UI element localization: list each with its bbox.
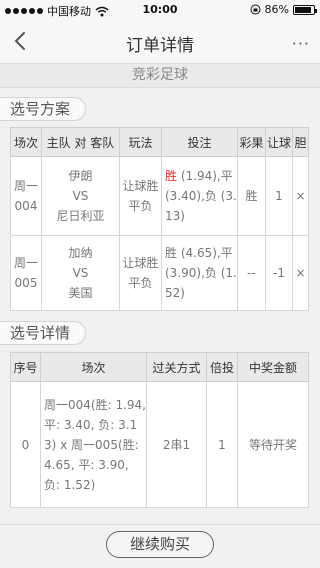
col-match: 场次	[10, 127, 42, 157]
bet-odds: 胜 (4.65),平(3.90),负 (1.52)	[161, 235, 238, 311]
col-play: 玩法	[119, 127, 162, 157]
col-teams: 主队 对 客队	[41, 127, 120, 157]
match-result: 胜	[237, 156, 266, 236]
status-bar: 中国移动 10:00 86%	[0, 0, 320, 20]
system-indicators: 86%	[250, 3, 317, 16]
match-result: --	[237, 235, 266, 311]
away-team: 尼日利亚	[56, 209, 105, 223]
col-matches: 场次	[40, 352, 147, 382]
play-type: 让球胜平负	[119, 156, 162, 236]
bet-odds-text: 胜 (4.65),平(3.90),负 (1.52)	[165, 246, 237, 300]
match-code: 周一005	[10, 235, 42, 311]
page-title: 订单详情	[126, 36, 194, 56]
col-pass-type: 过关方式	[146, 352, 207, 382]
continue-purchase-button[interactable]: 继续购买	[106, 531, 214, 558]
banker-mark: ×	[292, 235, 309, 311]
bet-odds: 胜 (1.94),平(3.40),负 (3.13)	[161, 156, 238, 236]
banker-mark: ×	[292, 156, 309, 236]
bottom-action-bar: 继续购买	[0, 524, 320, 568]
col-handicap: 让球	[265, 127, 293, 157]
more-menu-icon[interactable]: ···	[292, 34, 310, 53]
home-team: 伊朗	[68, 169, 93, 183]
detail-section-heading: 选号详情	[0, 321, 86, 345]
col-bet: 投注	[161, 127, 238, 157]
col-result: 彩果	[237, 127, 266, 157]
row-index: 0	[10, 381, 41, 508]
teams-cell: 加纳 VS 美国	[41, 235, 120, 311]
detail-header-row: 序号 场次 过关方式 倍投 中奖金额	[10, 352, 309, 382]
teams-cell: 伊朗 VS 尼日利亚	[41, 156, 120, 236]
detail-table: 序号 场次 过关方式 倍投 中奖金额 0 周一004(胜: 1.94, 平: 3…	[10, 352, 309, 508]
vs-label: VS	[72, 266, 89, 280]
col-index: 序号	[10, 352, 41, 382]
plan-header-row: 场次 主队 对 客队 玩法 投注 彩果 让球 胆	[10, 127, 309, 157]
away-team: 美国	[68, 286, 93, 300]
handicap-value: 1	[265, 156, 293, 236]
match-code: 周一004	[10, 156, 42, 236]
orientation-lock-icon	[250, 4, 261, 15]
vs-label: VS	[72, 189, 89, 203]
battery-percent: 86%	[264, 3, 289, 16]
play-type: 让球胜平负	[119, 235, 162, 311]
table-row: 0 周一004(胜: 1.94, 平: 3.40, 负: 3.13) x 周一0…	[10, 381, 309, 508]
multiple: 1	[206, 381, 238, 508]
battery-icon	[293, 4, 317, 15]
plan-section-heading: 选号方案	[0, 97, 86, 121]
navigation-bar: 订单详情 ···	[0, 20, 320, 64]
col-banker: 胆	[292, 127, 309, 157]
col-prize: 中奖金额	[237, 352, 309, 382]
winning-pick: 胜	[165, 169, 178, 183]
pass-type: 2串1	[146, 381, 207, 508]
combination-detail: 周一004(胜: 1.94, 平: 3.40, 负: 3.13) x 周一005…	[40, 381, 147, 508]
lottery-type-label: 竞彩足球	[0, 64, 320, 88]
col-multiple: 倍投	[206, 352, 238, 382]
plan-table: 场次 主队 对 客队 玩法 投注 彩果 让球 胆 周一004 伊朗 VS 尼日利…	[10, 127, 309, 311]
table-row: 周一005 加纳 VS 美国 让球胜平负 胜 (4.65),平(3.90),负 …	[10, 235, 309, 311]
prize-status: 等待开奖	[237, 381, 309, 508]
handicap-value: -1	[265, 235, 293, 311]
table-row: 周一004 伊朗 VS 尼日利亚 让球胜平负 胜 (1.94),平(3.40),…	[10, 156, 309, 236]
home-team: 加纳	[68, 246, 93, 260]
